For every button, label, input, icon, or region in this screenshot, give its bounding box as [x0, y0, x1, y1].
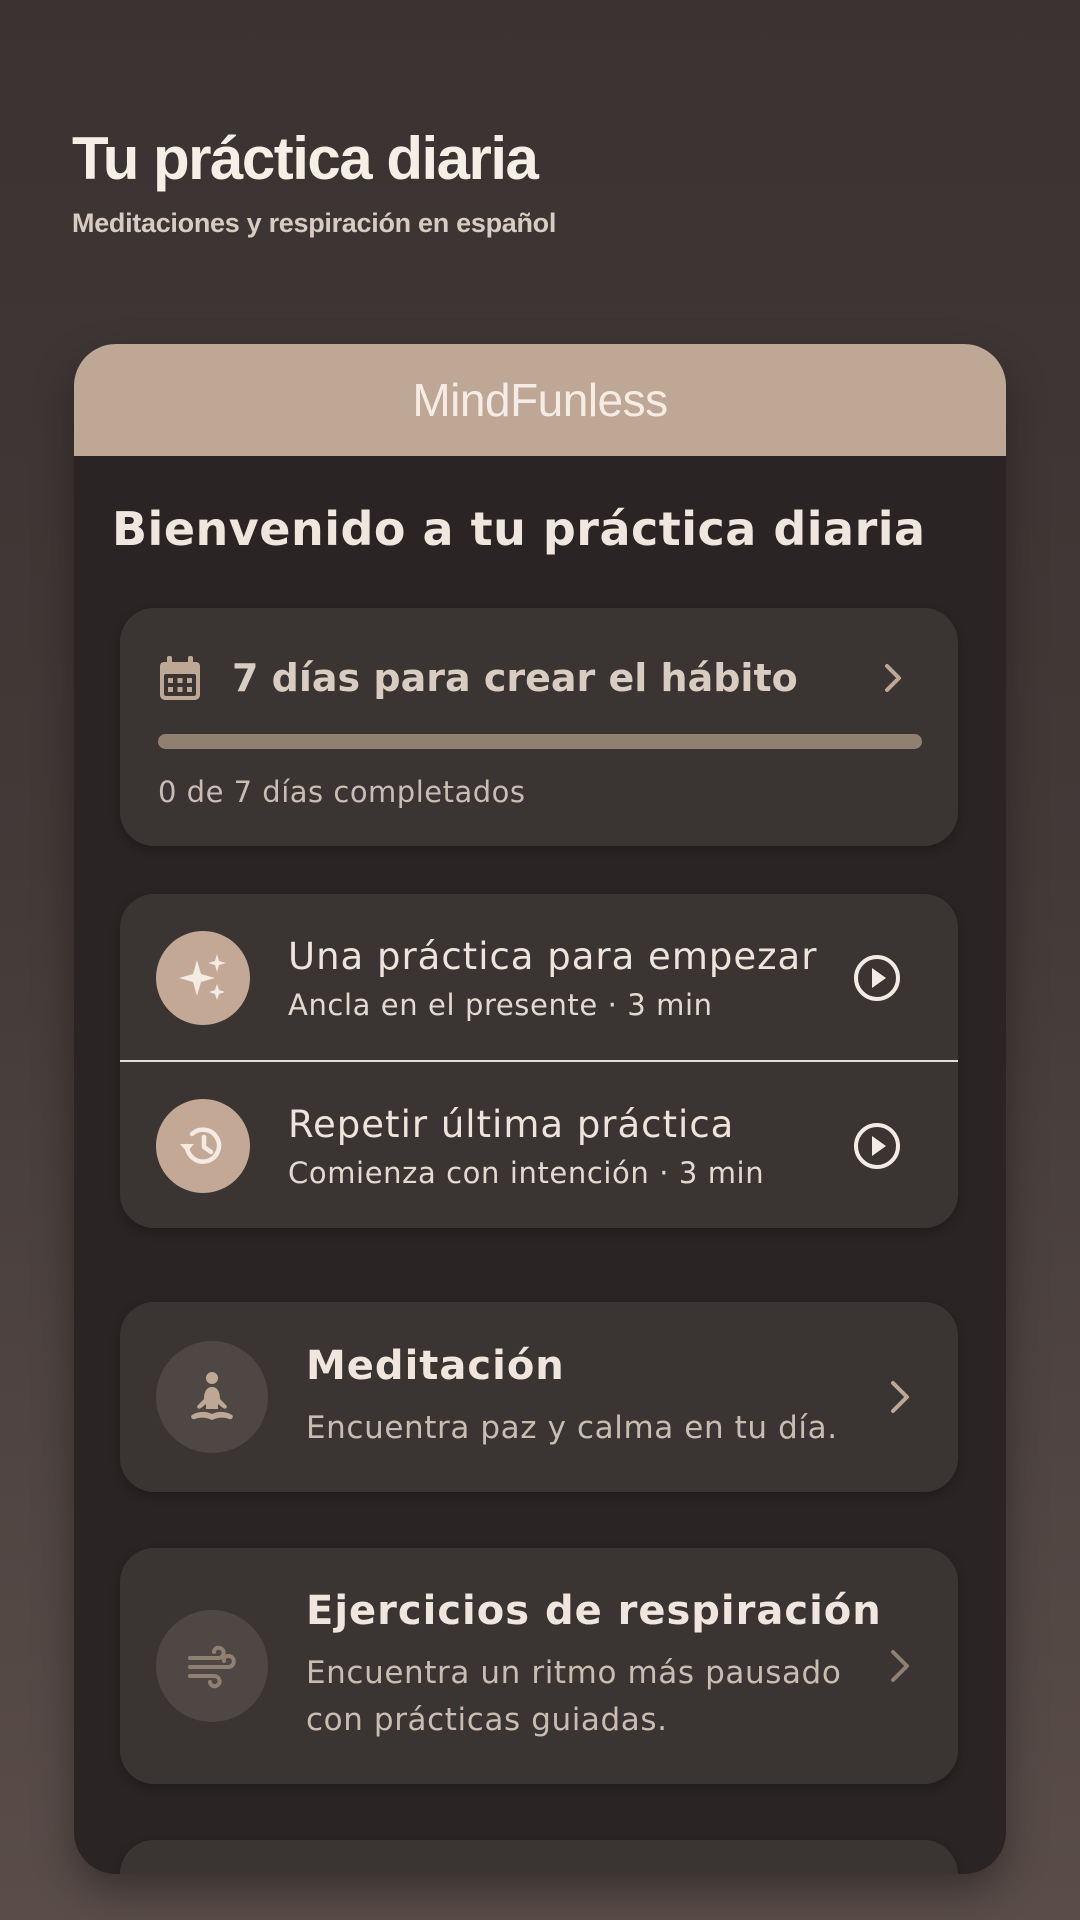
- habit-header: 7 días para crear el hábito: [158, 648, 920, 708]
- chevron-right-icon: [891, 1650, 909, 1682]
- habit-card[interactable]: 7 días para crear el hábito 0 de 7 días …: [120, 608, 958, 846]
- play-circle-icon[interactable]: [852, 953, 902, 1003]
- feature-description: Encuentra un ritmo más pausado con práct…: [306, 1655, 842, 1738]
- practice-subtitle: Ancla en el presente · 3 min: [288, 987, 713, 1022]
- feature-text: Ejercicios de respiración Encuentra un r…: [306, 1588, 886, 1744]
- breathing-card[interactable]: Ejercicios de respiración Encuentra un r…: [120, 1548, 958, 1784]
- app-name: MindFunless: [412, 374, 668, 426]
- sparkles-icon: [179, 954, 226, 1000]
- feature-description: Encuentra paz y calma en tu día.: [306, 1409, 838, 1446]
- chevron-right-icon: [891, 1381, 909, 1413]
- practice-avatar: [156, 931, 250, 1025]
- practice-avatar: [156, 1099, 250, 1193]
- practice-text: Una práctica para empezar Ancla en el pr…: [288, 935, 852, 1022]
- practice-title: Repetir última práctica: [288, 1102, 735, 1146]
- meditation-card[interactable]: Meditación Encuentra paz y calma en tu d…: [120, 1302, 958, 1492]
- page-subtitle: Meditaciones y respiración en español: [72, 208, 557, 238]
- meditation-icon: [191, 1372, 233, 1420]
- practice-row-start[interactable]: Una práctica para empezar Ancla en el pr…: [120, 894, 958, 1062]
- history-icon: [180, 1127, 222, 1164]
- play-circle-icon[interactable]: [852, 1121, 902, 1171]
- app-preview: MindFunless Bienvenido a tu práctica dia…: [74, 344, 1006, 1874]
- page-title: Tu práctica diaria: [72, 125, 539, 192]
- app-content: Bienvenido a tu práctica diaria 7 días p: [74, 502, 1006, 1874]
- habit-progress-text: 0 de 7 días completados: [158, 775, 526, 809]
- practice-subtitle: Comienza con intención · 3 min: [288, 1155, 765, 1190]
- wind-icon: [188, 1645, 236, 1689]
- habit-progress-bar: [158, 734, 922, 749]
- feature-avatar: [156, 1610, 268, 1722]
- page-header: Tu práctica diaria Meditaciones y respir…: [72, 120, 556, 239]
- habit-title: 7 días para crear el hábito: [232, 656, 798, 700]
- app-bar: MindFunless: [74, 344, 1006, 456]
- feature-text: Meditación Encuentra paz y calma en tu d…: [306, 1343, 886, 1452]
- practices-card: Una práctica para empezar Ancla en el pr…: [120, 894, 958, 1228]
- practice-row-repeat[interactable]: Repetir última práctica Comienza con int…: [120, 1062, 958, 1228]
- feature-title: Meditación: [306, 1342, 565, 1389]
- feature-title: Ejercicios de respiración: [306, 1588, 882, 1634]
- welcome-heading: Bienvenido a tu práctica diaria: [112, 502, 926, 556]
- feature-avatar: [156, 1341, 268, 1453]
- calendar-icon: [160, 656, 200, 700]
- next-card-partial[interactable]: [120, 1840, 958, 1874]
- practice-text: Repetir última práctica Comienza con int…: [288, 1103, 852, 1190]
- practice-title: Una práctica para empezar: [288, 934, 818, 978]
- chevron-right-icon: [885, 664, 901, 692]
